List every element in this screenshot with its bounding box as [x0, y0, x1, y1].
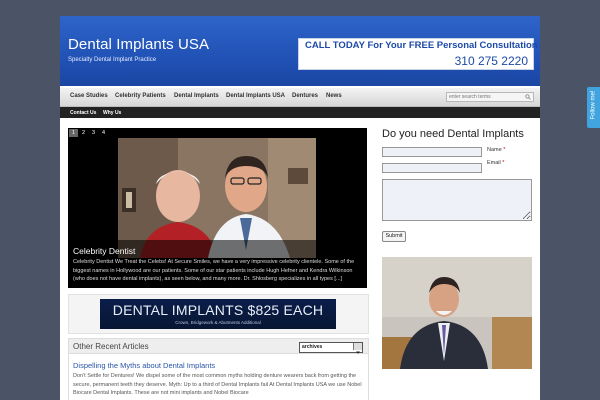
follow-me-tab[interactable]: Follow me!	[587, 87, 600, 128]
site-tagline: Specialty Dental Implant Practice	[68, 57, 157, 63]
consultation-form-heading: Do you need Dental Implants	[382, 128, 524, 140]
archives-selected-value: archives	[302, 344, 323, 350]
required-mark: *	[502, 160, 505, 166]
banner-subline: Crown, Bridgework & Abutments Additional	[175, 320, 261, 325]
recent-articles: Other Recent Articles archives Dispellin…	[68, 338, 369, 400]
sub-nav: Contact Us Why Us	[60, 107, 540, 118]
phone-number[interactable]: 310 275 2220	[455, 54, 528, 68]
slide-tab-2[interactable]: 2	[79, 129, 88, 137]
email-label: Email *	[487, 160, 504, 166]
nav-item-dental-implants[interactable]: Dental Implants	[174, 93, 219, 99]
submit-button[interactable]: Submit	[382, 231, 406, 242]
search-icon[interactable]	[525, 94, 531, 100]
article-title-link[interactable]: Dispelling the Myths about Dental Implan…	[73, 361, 215, 370]
banner-headline: DENTAL IMPLANTS $825 EACH	[112, 302, 324, 318]
name-label: Name *	[487, 147, 505, 153]
ad-panel: DENTAL IMPLANTS $825 EACH Crown, Bridgew…	[68, 294, 369, 334]
page: Dental Implants USA Specialty Dental Imp…	[60, 16, 540, 400]
site-header: Dental Implants USA Specialty Dental Imp…	[60, 16, 540, 86]
slide-title[interactable]: Celebrity Dentist	[73, 246, 135, 256]
slide-tab-4[interactable]: 4	[99, 129, 108, 137]
nav-item-dentures[interactable]: Dentures	[292, 93, 318, 99]
consultation-callout: CALL TODAY For Your FREE Personal Consul…	[298, 38, 538, 70]
recent-articles-title: Other Recent Articles	[73, 342, 149, 351]
message-field[interactable]	[382, 179, 532, 221]
dental-implants-price-banner[interactable]: DENTAL IMPLANTS $825 EACH Crown, Bridgew…	[100, 299, 336, 329]
chevron-down-icon	[353, 343, 362, 354]
recent-articles-header: Other Recent Articles archives	[69, 339, 368, 354]
email-field[interactable]	[382, 163, 482, 173]
nav-item-celebrity-patients[interactable]: Celebrity Patients	[115, 93, 166, 99]
doctor-photo	[382, 257, 532, 369]
site-title[interactable]: Dental Implants USA	[68, 36, 209, 53]
follow-me-label: Follow me!	[590, 90, 597, 120]
search-input[interactable]	[449, 93, 525, 101]
archives-dropdown[interactable]: archives	[299, 342, 363, 354]
slide-caption: Celebrity Dentist Celebrity Dentist We T…	[68, 240, 367, 288]
name-label-text: Name	[487, 147, 502, 153]
nav-item-dental-implants-usa[interactable]: Dental Implants USA	[226, 93, 285, 99]
slide-tab-1[interactable]: 1	[69, 129, 78, 137]
email-label-text: Email	[487, 160, 501, 166]
slide-tab-3[interactable]: 3	[89, 129, 98, 137]
featured-slideshow: 1 2 3 4 Celebrity Dentist Celebrity Dent…	[68, 128, 367, 288]
article-excerpt: Don't Settle for Dentures! We dispel som…	[73, 373, 362, 396]
call-today-text: CALL TODAY For Your FREE Personal Consul…	[305, 40, 538, 51]
required-mark: *	[503, 147, 506, 153]
name-field[interactable]	[382, 147, 482, 157]
nav-item-news[interactable]: News	[326, 93, 342, 99]
nav-item-contact-us[interactable]: Contact Us	[70, 110, 96, 116]
search-box	[446, 92, 534, 102]
nav-item-case-studies[interactable]: Case Studies	[70, 93, 108, 99]
slide-excerpt: Celebrity Dentist We Treat the Celebs! A…	[73, 259, 355, 282]
nav-item-why-us[interactable]: Why Us	[103, 110, 121, 116]
